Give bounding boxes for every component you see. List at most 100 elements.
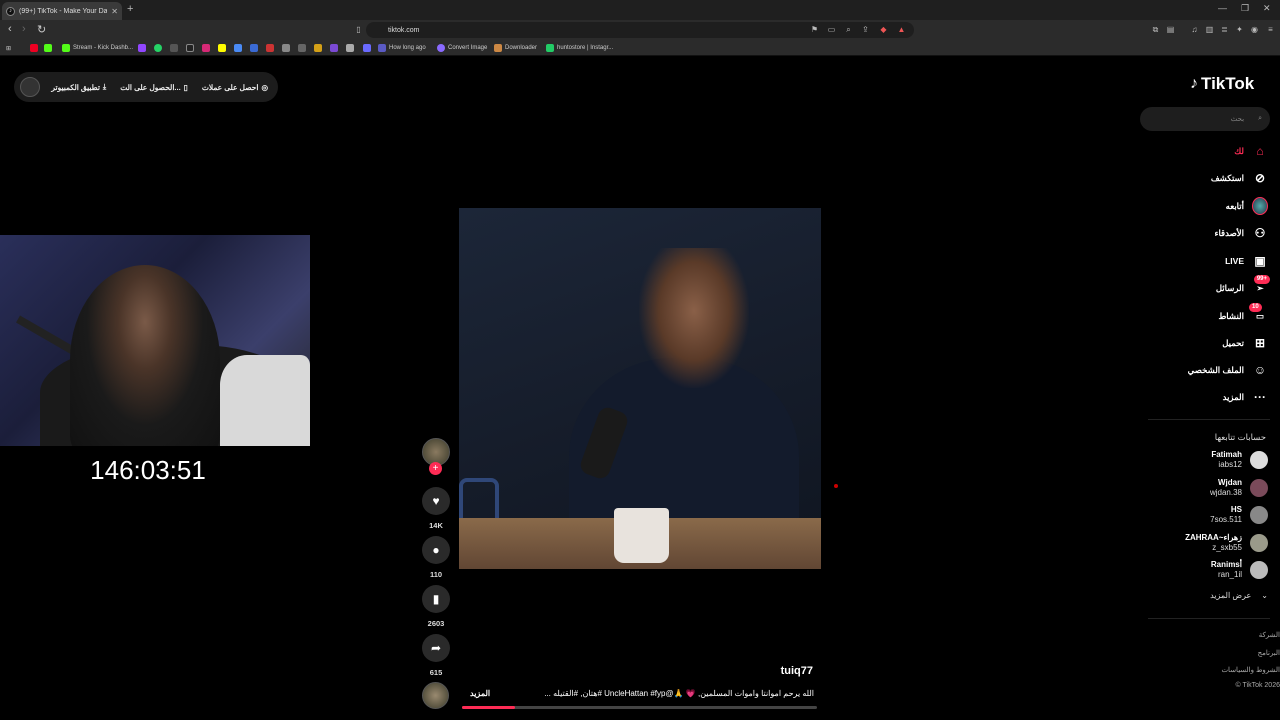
bookmark-how-long-ago[interactable]: How long ago <box>378 42 426 54</box>
new-tab-icon[interactable]: + <box>127 3 133 15</box>
translate-icon[interactable]: ⚑ <box>810 25 819 34</box>
desktop-app-button[interactable]: تطبيق الكمبيوتر ⤓ <box>51 82 106 92</box>
sidebar-toggle-icon[interactable]: ▤ <box>1166 25 1175 34</box>
minimize-icon[interactable]: — <box>1218 3 1227 13</box>
back-icon[interactable]: ‹ <box>8 23 12 35</box>
video-progress-bar[interactable] <box>462 706 817 709</box>
wallet-icon[interactable]: ✦ <box>1235 25 1244 34</box>
bookmark-site-1[interactable] <box>234 42 242 54</box>
bookmark-icon: ▮ <box>422 585 450 613</box>
bookmark-site-7[interactable] <box>330 42 338 54</box>
bookmark-site-3[interactable] <box>266 42 274 54</box>
bookmark-kick-dashboard[interactable]: Stream - Kick Dashb... <box>62 42 133 54</box>
footer-company[interactable]: الشركة <box>1200 631 1280 639</box>
account-item[interactable]: ZAHRAA~زهراء z_sxb55 <box>1150 532 1268 554</box>
bookmark-site-4[interactable] <box>282 42 290 54</box>
webcam-person <box>70 265 220 446</box>
menu-icon[interactable]: ≡ <box>1266 25 1275 34</box>
logo-text: TikTok <box>1201 74 1255 93</box>
sound-avatar[interactable] <box>422 682 449 709</box>
bookmark-site-2[interactable] <box>250 42 258 54</box>
close-window-icon[interactable]: ✕ <box>1263 3 1271 14</box>
nav-friends[interactable]: الأصدقاء ⚇ <box>1150 223 1268 243</box>
share-count: 615 <box>429 668 443 677</box>
follow-plus-icon[interactable]: + <box>429 462 442 475</box>
maximize-icon[interactable]: ❐ <box>1241 3 1249 14</box>
apps-icon[interactable]: ⊞ <box>6 42 11 54</box>
account-item[interactable]: Wjdan wjdan.38 <box>1150 477 1268 499</box>
bookmark-site-9[interactable] <box>363 42 371 54</box>
search-icon[interactable]: ⌕ <box>1258 115 1262 123</box>
account-item[interactable]: Ranimsأ ran_1il <box>1150 559 1268 581</box>
account-handle: 7sos.511 <box>1210 515 1242 524</box>
account-handle: wjdan.38 <box>1209 488 1242 497</box>
bookmark-site-6[interactable] <box>314 42 322 54</box>
bookmark-youtube[interactable] <box>30 42 38 54</box>
stream-timer: 146:03:51 <box>90 455 206 485</box>
video-person-face <box>639 248 749 388</box>
forward-icon[interactable]: › <box>22 23 26 35</box>
inbox-icon: ▭ <box>1255 310 1265 321</box>
user-avatar[interactable] <box>20 77 40 97</box>
cast-icon[interactable]: ▭ <box>827 25 836 34</box>
nav-explore[interactable]: استكشف ⊘ <box>1150 168 1268 188</box>
friends-icon: ⚇ <box>1254 226 1266 240</box>
nav-upload[interactable]: تحميل ⊞ <box>1150 333 1268 353</box>
extensions-icon[interactable]: ⧉ <box>1151 25 1160 34</box>
bookmark-whatsapp[interactable] <box>154 42 162 54</box>
nav-for-you[interactable]: لك ⌂ <box>1150 141 1268 161</box>
nav-activity[interactable]: النشاط ▭ 10 <box>1150 303 1268 326</box>
share-arrow-icon: ➦ <box>422 634 450 662</box>
bookmark-twitch[interactable] <box>138 42 146 54</box>
caption-more-link[interactable]: المزيد <box>470 689 490 698</box>
like-button[interactable]: ♥ 14K <box>420 487 452 530</box>
reload-icon[interactable]: ↻ <box>37 23 46 36</box>
rewards-icon[interactable]: ▲ <box>897 25 906 34</box>
video-author[interactable]: tuiq77 <box>700 665 813 677</box>
bookmark-label: Convert Image <box>448 45 488 51</box>
bookmark-page-icon[interactable]: ▯ <box>354 25 363 34</box>
see-more-label: عرض المزيد <box>1210 591 1252 600</box>
bookmark-site-5[interactable] <box>298 42 306 54</box>
share-icon[interactable]: ⇪ <box>861 25 870 34</box>
browser-tab[interactable]: ♪ (99+) TikTok - Make Your Day ✕ <box>2 2 122 20</box>
video-player[interactable] <box>459 208 821 569</box>
get-app-button[interactable]: الحصول على الت... ▯ <box>120 83 188 92</box>
brave-shield-icon[interactable]: ◆ <box>879 25 888 34</box>
nav-messages[interactable]: الرسائل ➢ 99+ <box>1150 275 1270 298</box>
panel-icon[interactable]: ▥ <box>1205 25 1214 34</box>
comment-button[interactable]: ● 110 <box>420 536 452 579</box>
music-icon[interactable]: ♫ <box>1190 25 1199 34</box>
bookmark-x[interactable] <box>170 42 178 54</box>
reading-list-icon[interactable]: ≣ <box>1220 25 1229 34</box>
zoom-icon[interactable]: ⌕ <box>844 25 853 34</box>
footer-terms[interactable]: الشروط والسياسات <box>1200 666 1280 674</box>
video-progress-fill <box>462 706 516 709</box>
bookmark-instagram[interactable] <box>202 42 210 54</box>
close-tab-icon[interactable]: ✕ <box>111 7 118 16</box>
share-button[interactable]: ➦ 615 <box>420 634 452 677</box>
bookmarks-bar: ⊞ Stream - Kick Dashb... How long ago Co… <box>0 40 1280 56</box>
account-item[interactable]: Fatimah iabs12 <box>1150 449 1268 471</box>
bookmark-huntostore[interactable]: huntostore | Instagr... <box>546 42 613 54</box>
get-coins-button[interactable]: احصل على عملات ◎ <box>202 83 268 92</box>
nav-more[interactable]: المزيد ··· <box>1150 387 1268 407</box>
tiktok-logo[interactable]: ♪ TikTok <box>1190 74 1254 94</box>
bookmark-kick[interactable] <box>44 42 52 54</box>
account-avatar <box>1250 506 1268 524</box>
save-button[interactable]: ▮ 2603 <box>420 585 452 628</box>
bookmark-downloader[interactable]: Downloader <box>494 42 537 54</box>
nav-following[interactable]: أتابعه <box>1150 196 1268 216</box>
account-item[interactable]: HS 7sos.511 <box>1150 504 1268 526</box>
footer-program[interactable]: البرنامج <box>1200 649 1280 657</box>
bookmark-snapchat[interactable] <box>218 42 226 54</box>
vpn-icon[interactable]: ◉ <box>1250 25 1259 34</box>
bookmark-site-8[interactable] <box>346 42 354 54</box>
nav-profile[interactable]: الملف الشخصي ☺ <box>1150 360 1268 380</box>
nav-label: النشاط <box>1218 310 1244 321</box>
see-more-accounts[interactable]: عرض المزيد ⌄ <box>1150 591 1268 600</box>
nav-live[interactable]: LIVE ▣ <box>1150 251 1268 271</box>
search-input[interactable]: بحث ⌕ <box>1140 107 1270 131</box>
bookmark-tiktok[interactable] <box>186 42 194 54</box>
bookmark-convert-image[interactable]: Convert Image <box>437 42 487 54</box>
